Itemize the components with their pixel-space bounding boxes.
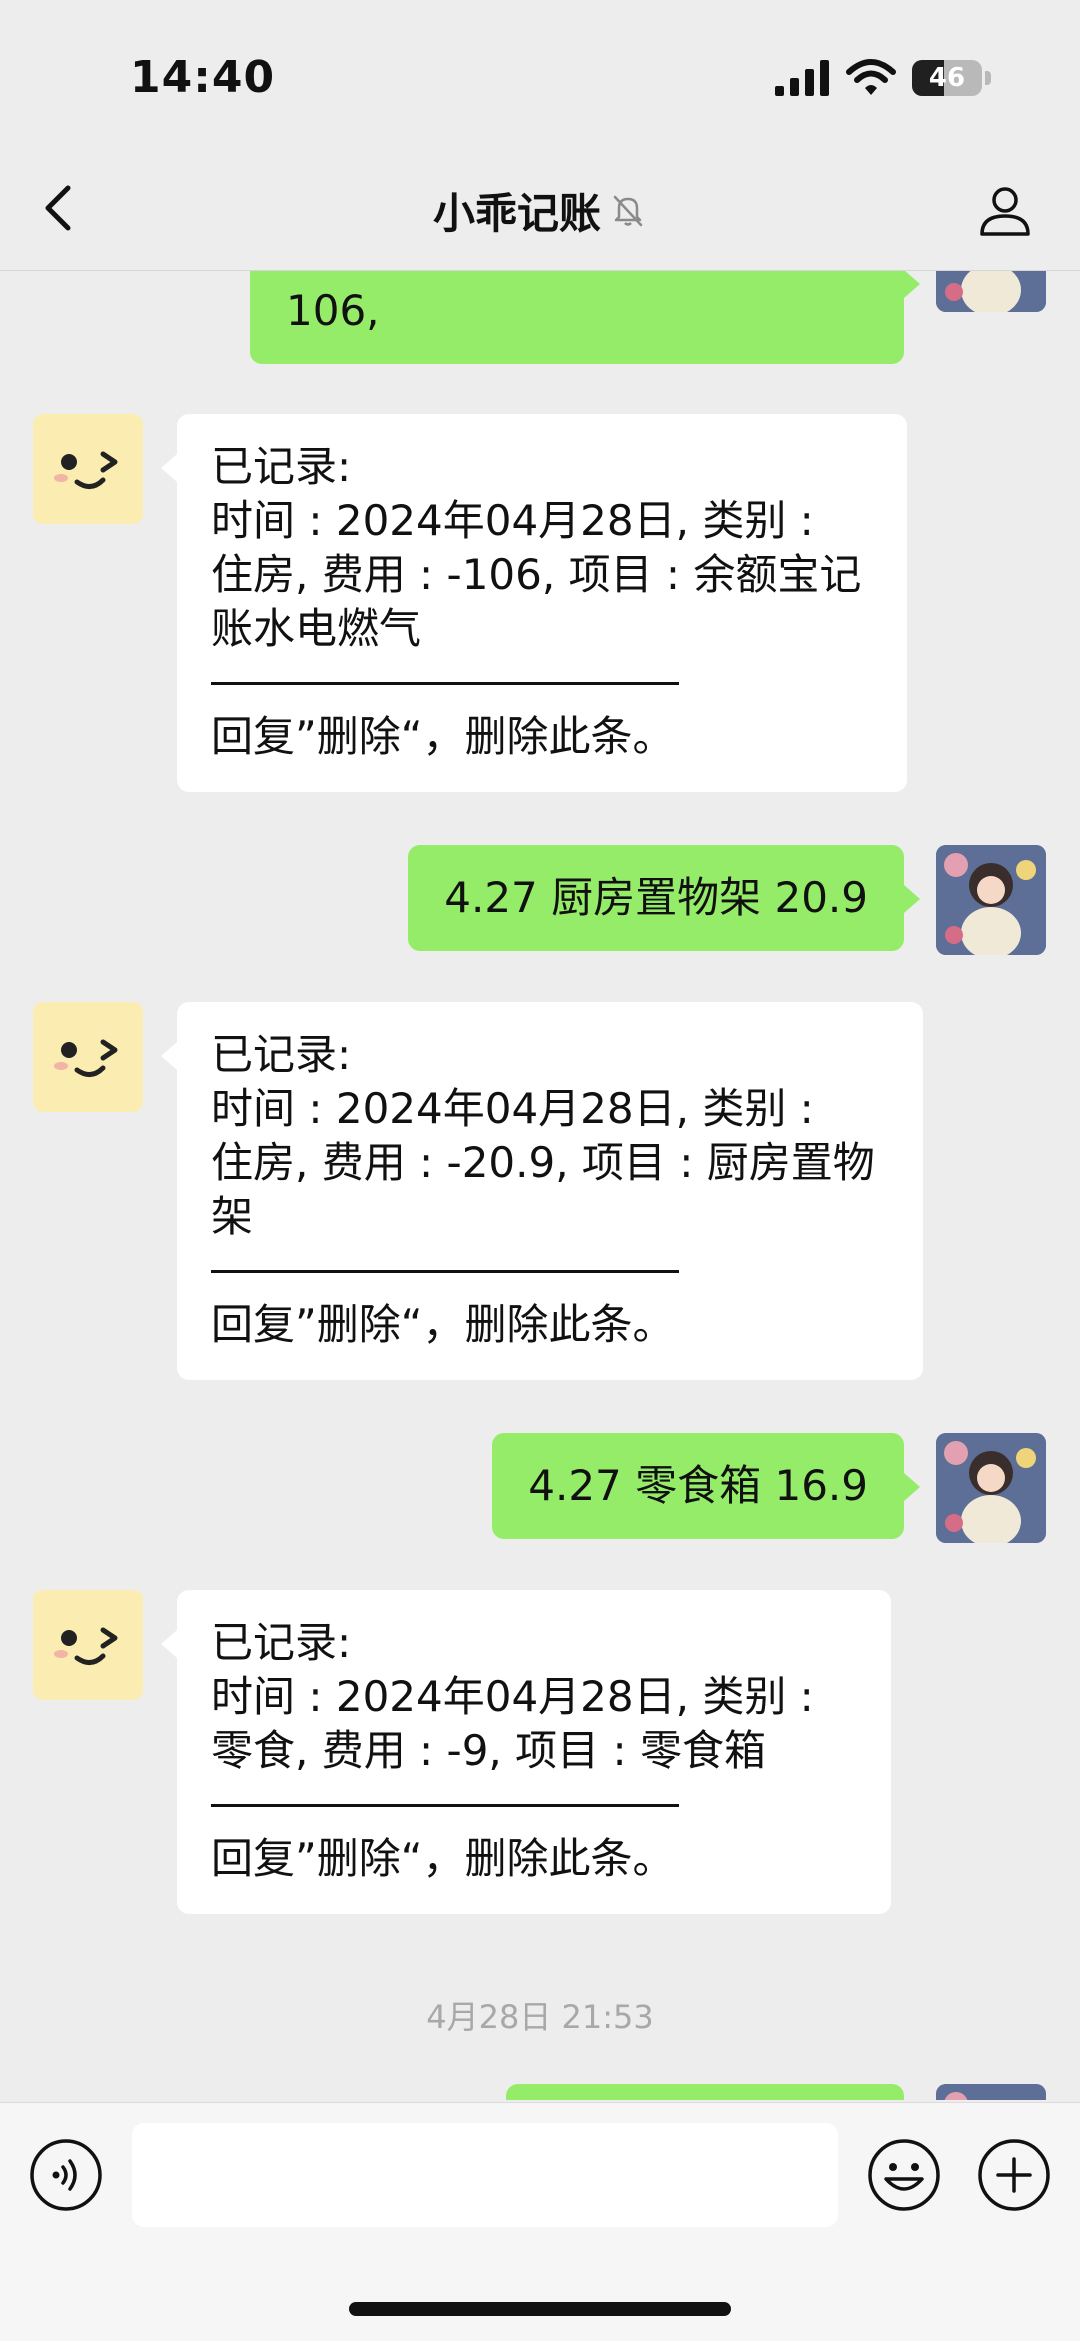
user-avatar[interactable] [936,845,1046,955]
emoji-icon[interactable] [866,2137,942,2213]
cellular-signal-icon [775,60,829,96]
status-bar: 14:40 46 [0,0,1080,150]
nav-title-group: 小乖记账 [0,150,1080,270]
wink-face-icon [33,1002,143,1112]
bot-avatar[interactable] [33,1002,143,1112]
battery-nub [985,71,991,85]
message-line: 账水电燃气 [211,604,422,653]
person-icon[interactable] [975,180,1035,240]
message-line: 已记录: [211,1618,352,1667]
chat-title: 小乖记账 [432,188,601,238]
divider-line [211,682,679,685]
message-text: 106, [286,286,380,335]
voice-input-icon[interactable] [28,2137,104,2213]
message-line: 已记录: [211,442,352,491]
message-line: 已记录: [211,1030,352,1079]
home-indicator[interactable] [349,2302,731,2316]
user-avatar[interactable] [936,2084,1046,2100]
chat-screen: 106, 已记录: 时间 : 2024年04月28日, 类别: 住房, 费用 … [0,0,1080,2341]
plus-circle-icon[interactable] [976,2137,1052,2213]
message-line: 零食, 费用 : -9, 项目 : 零食箱 [211,1726,766,1775]
chevron-left-icon[interactable] [34,176,84,240]
message-line: 时间 : 2024年04月28日, 类别 : [211,1084,814,1133]
wink-face-icon [33,414,143,524]
message-footer: 回复”删除“，删除此条。 [211,1834,675,1883]
message-bubble-bot[interactable]: 已记录: 时间 : 2024年04月28日, 类别 : 零食, 费用 : -9,… [161,1590,891,1914]
divider-line [211,1270,679,1273]
message-line: 架 [211,1192,254,1241]
battery-level-text: 46 [928,63,966,93]
message-text: 4.27 零食箱 16.9 [528,1461,868,1510]
message-line: 住房, 费用 : -106, 项目 : 余额宝记 [211,550,862,599]
divider-line [211,1804,679,1807]
message-footer: 回复”删除“，删除此条。 [211,1300,675,1349]
message-line: 时间 : 2024年04月28日, 类别 : [211,1672,814,1721]
message-line: 时间 : 2024年04月28日, 类别 : [211,496,814,545]
message-line: 住房, 费用 : -20.9, 项目 : 厨房置物 [211,1138,875,1187]
bot-avatar[interactable] [33,414,143,524]
wink-face-icon [33,1590,143,1700]
battery-icon: 46 [912,60,982,96]
message-bubble-bot[interactable]: 已记录: 时间 : 2024年04月28日, 类别 : 住房, 费用 : -20… [161,1002,923,1380]
message-bubble-bot[interactable]: 已记录: 时间 : 2024年04月28日, 类别 : 住房, 费用 : -10… [161,414,907,792]
message-timestamp: 4月28日 21:53 [426,1998,654,2036]
message-bubble-user[interactable]: 4.27 零食箱 16.9 [492,1433,920,1539]
status-time: 14:40 [130,52,276,103]
wifi-icon [846,59,896,95]
message-input[interactable] [132,2123,838,2227]
message-list[interactable]: 106, 已记录: 时间 : 2024年04月28日, 类别: 住房, 费用 … [0,0,1080,2100]
nav-bar: 小乖记账 [0,150,1080,271]
message-text: 4.27 厨房置物架 20.9 [444,873,868,922]
message-footer: 回复”删除“，删除此条。 [211,712,675,761]
user-avatar[interactable] [936,1433,1046,1543]
bot-avatar[interactable] [33,1590,143,1700]
bell-muted-icon [613,195,643,227]
message-bubble-user[interactable]: 4.27 厨房置物架 20.9 [408,845,920,951]
message-bubble-user[interactable] [506,2084,904,2100]
